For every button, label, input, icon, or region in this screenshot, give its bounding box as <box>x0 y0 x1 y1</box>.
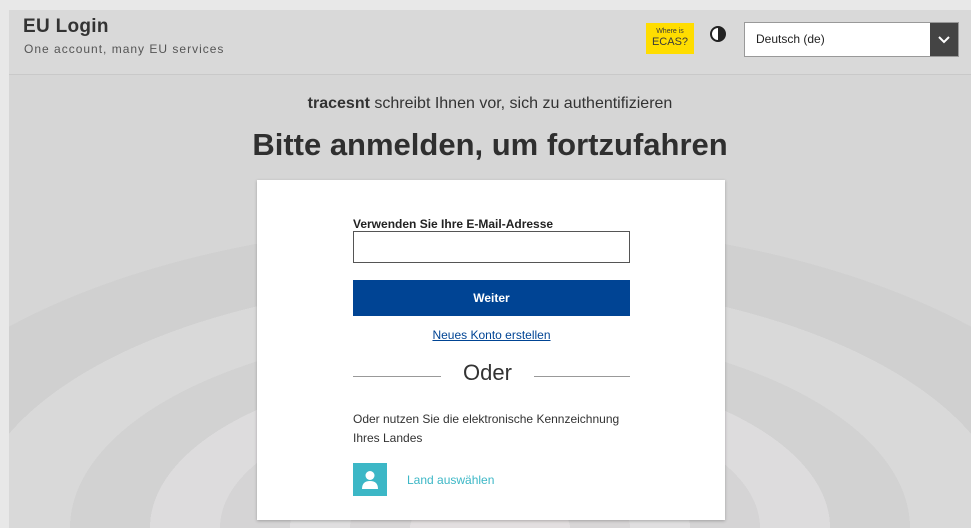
or-separator: Oder <box>463 360 512 385</box>
contrast-icon[interactable] <box>710 26 726 42</box>
person-icon[interactable] <box>353 463 387 496</box>
email-input[interactable] <box>353 231 630 263</box>
divider-right <box>534 376 630 377</box>
page-title: Bitte anmelden, um fortzufahren <box>252 127 728 162</box>
ecas-badge-big-text: ECAS? <box>651 36 689 48</box>
where-is-ecas-badge[interactable]: Where is ECAS? <box>646 23 694 54</box>
select-country-link[interactable]: Land auswählen <box>407 473 494 487</box>
language-select-value: Deutsch (de) <box>756 32 825 46</box>
chevron-down-icon[interactable] <box>930 23 958 56</box>
brand-title: EU Login <box>23 16 109 37</box>
create-account-link[interactable]: Neues Konto erstellen <box>353 328 630 342</box>
login-card: Verwenden Sie Ihre E-Mail-Adresse Weiter… <box>257 180 725 520</box>
requester-name: tracesnt <box>307 95 370 112</box>
weiter-button[interactable]: Weiter <box>353 280 630 316</box>
requester-message: schreibt Ihnen vor, sich zu authentifizi… <box>369 95 673 112</box>
eid-description: Oder nutzen Sie die elektronische Kennze… <box>353 412 620 445</box>
divider-left <box>353 376 441 377</box>
email-label: Verwenden Sie Ihre E-Mail-Adresse <box>353 217 554 231</box>
header-bar: EU Login One account, many EU services W… <box>9 10 971 75</box>
auth-requester-text: tracesnt schreibt Ihnen vor, sich zu aut… <box>9 95 971 113</box>
brand-subtitle: One account, many EU services <box>24 42 225 56</box>
ecas-badge-small-text: Where is <box>656 28 684 35</box>
language-select[interactable]: Deutsch (de) <box>744 22 959 57</box>
page-background: EU Login One account, many EU services W… <box>9 10 971 528</box>
